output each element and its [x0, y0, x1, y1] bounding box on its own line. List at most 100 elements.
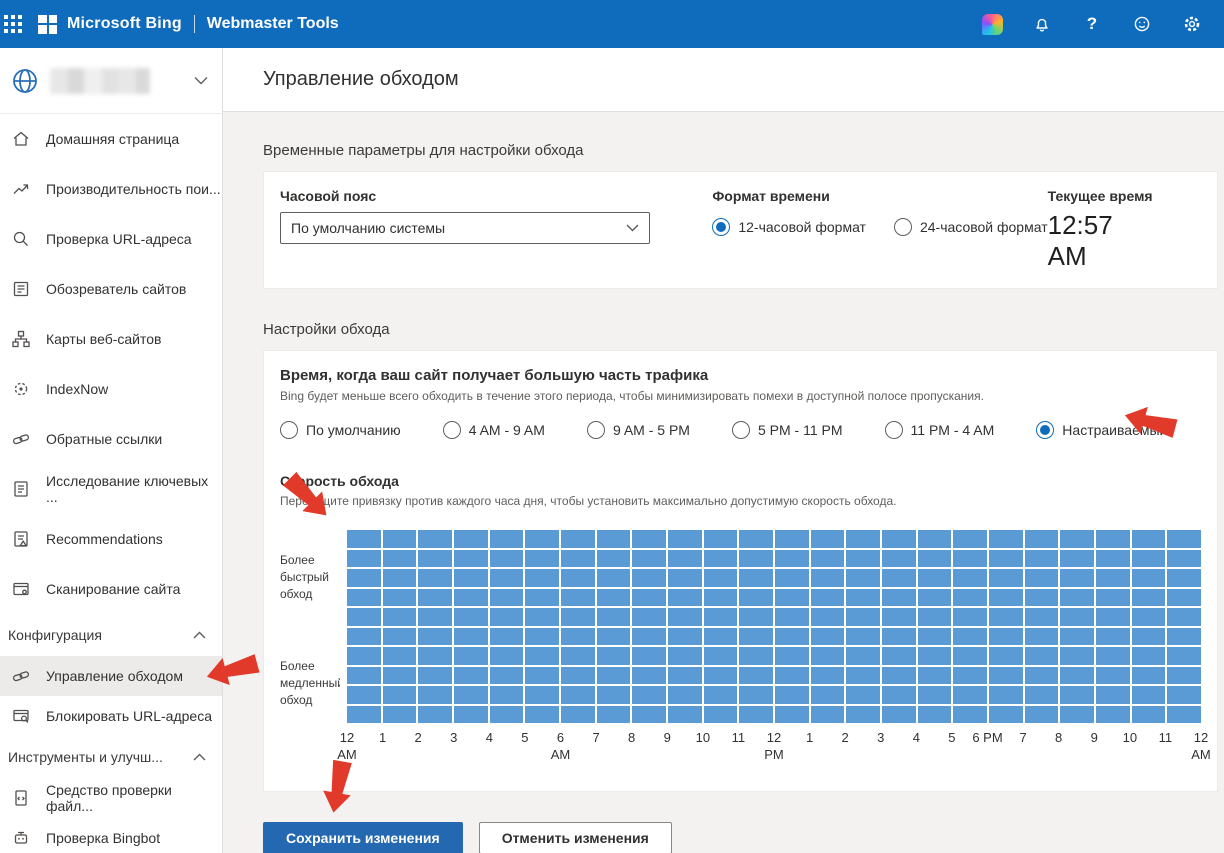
crawl-grid-cell[interactable]	[1096, 706, 1130, 724]
crawl-grid-cell[interactable]	[739, 530, 773, 548]
traffic-option-2[interactable]: 9 AM - 5 PM	[587, 421, 690, 439]
crawl-grid-cell[interactable]	[775, 686, 809, 704]
crawl-grid-cell[interactable]	[1025, 608, 1059, 626]
brand-title[interactable]: Microsoft Bing	[67, 15, 182, 33]
crawl-grid-cell[interactable]	[525, 686, 559, 704]
crawl-grid-cell[interactable]	[597, 667, 631, 685]
crawl-grid-cell[interactable]	[775, 530, 809, 548]
crawl-grid-cell[interactable]	[490, 589, 524, 607]
crawl-grid-cell[interactable]	[1060, 530, 1094, 548]
crawl-grid-cell[interactable]	[918, 647, 952, 665]
crawl-grid-cell[interactable]	[811, 589, 845, 607]
crawl-grid-cell[interactable]	[811, 628, 845, 646]
crawl-grid-cell[interactable]	[525, 667, 559, 685]
save-button[interactable]: Сохранить изменения	[263, 822, 463, 853]
crawl-grid-cell[interactable]	[347, 628, 381, 646]
crawl-grid-cell[interactable]	[490, 530, 524, 548]
product-title[interactable]: Webmaster Tools	[207, 15, 339, 33]
crawl-grid-cell[interactable]	[953, 628, 987, 646]
sidebar-item-url-inspection[interactable]: Проверка URL-адреса	[0, 214, 222, 264]
crawl-grid-cell[interactable]	[561, 530, 595, 548]
crawl-grid-cell[interactable]	[1096, 530, 1130, 548]
crawl-grid-cell[interactable]	[632, 608, 666, 626]
crawl-grid-cell[interactable]	[775, 706, 809, 724]
crawl-grid-cell[interactable]	[525, 608, 559, 626]
crawl-grid-cell[interactable]	[1096, 569, 1130, 587]
crawl-grid-cell[interactable]	[525, 569, 559, 587]
crawl-grid-cell[interactable]	[597, 550, 631, 568]
crawl-grid-cell[interactable]	[704, 706, 738, 724]
crawl-grid-cell[interactable]	[882, 550, 916, 568]
crawl-grid-cell[interactable]	[490, 550, 524, 568]
crawl-grid-cell[interactable]	[1167, 706, 1201, 724]
crawl-grid-cell[interactable]	[632, 550, 666, 568]
crawl-grid-cell[interactable]	[1096, 686, 1130, 704]
crawl-grid-cell[interactable]	[989, 628, 1023, 646]
radio-24-hour[interactable]: 24-часовой формат	[894, 218, 1048, 236]
crawl-grid-cell[interactable]	[418, 667, 452, 685]
crawl-grid-cell[interactable]	[918, 530, 952, 548]
crawl-grid-cell[interactable]	[989, 550, 1023, 568]
crawl-grid-cell[interactable]	[347, 589, 381, 607]
crawl-grid-cell[interactable]	[1060, 706, 1094, 724]
crawl-grid-cell[interactable]	[1060, 589, 1094, 607]
crawl-grid-cell[interactable]	[846, 589, 880, 607]
crawl-grid-cell[interactable]	[561, 550, 595, 568]
crawl-grid-cell[interactable]	[1132, 706, 1166, 724]
crawl-grid-cell[interactable]	[418, 569, 452, 587]
crawl-grid-cell[interactable]	[918, 569, 952, 587]
crawl-grid-cell[interactable]	[1060, 628, 1094, 646]
crawl-grid-cell[interactable]	[418, 686, 452, 704]
crawl-grid-cell[interactable]	[1132, 628, 1166, 646]
crawl-grid-cell[interactable]	[418, 608, 452, 626]
crawl-grid-cell[interactable]	[882, 628, 916, 646]
crawl-grid-cell[interactable]	[632, 667, 666, 685]
crawl-grid-cell[interactable]	[846, 647, 880, 665]
crawl-grid-cell[interactable]	[1132, 589, 1166, 607]
crawl-grid-cell[interactable]	[1060, 647, 1094, 665]
settings-gear-icon[interactable]	[1180, 12, 1204, 36]
crawl-grid-cell[interactable]	[882, 667, 916, 685]
crawl-grid-cell[interactable]	[811, 569, 845, 587]
crawl-grid-cell[interactable]	[1132, 550, 1166, 568]
crawl-grid-cell[interactable]	[953, 608, 987, 626]
crawl-grid-cell[interactable]	[739, 647, 773, 665]
crawl-grid-cell[interactable]	[383, 569, 417, 587]
crawl-grid-cell[interactable]	[383, 589, 417, 607]
crawl-grid-cell[interactable]	[1167, 589, 1201, 607]
crawl-grid-cell[interactable]	[668, 686, 702, 704]
crawl-grid-cell[interactable]	[739, 550, 773, 568]
sidebar-item-search-performance[interactable]: Производительность пои...	[0, 164, 222, 214]
crawl-grid-cell[interactable]	[1167, 667, 1201, 685]
traffic-option-4[interactable]: 11 PM - 4 AM	[885, 421, 995, 439]
crawl-grid-cell[interactable]	[882, 569, 916, 587]
crawl-grid-cell[interactable]	[989, 569, 1023, 587]
crawl-grid-cell[interactable]	[490, 608, 524, 626]
crawl-grid-cell[interactable]	[1132, 530, 1166, 548]
crawl-grid-cell[interactable]	[383, 608, 417, 626]
crawl-grid-cell[interactable]	[775, 667, 809, 685]
crawl-grid-cell[interactable]	[775, 569, 809, 587]
crawl-grid-cell[interactable]	[490, 647, 524, 665]
crawl-grid-cell[interactable]	[347, 608, 381, 626]
crawl-grid-cell[interactable]	[739, 628, 773, 646]
crawl-grid-cell[interactable]	[739, 589, 773, 607]
crawl-grid-cell[interactable]	[882, 530, 916, 548]
crawl-grid-cell[interactable]	[704, 550, 738, 568]
crawl-grid-cell[interactable]	[775, 647, 809, 665]
crawl-grid-cell[interactable]	[418, 550, 452, 568]
crawl-grid-cell[interactable]	[561, 667, 595, 685]
crawl-grid-cell[interactable]	[739, 569, 773, 587]
crawl-grid-cell[interactable]	[1096, 608, 1130, 626]
crawl-grid-cell[interactable]	[918, 628, 952, 646]
crawl-grid-cell[interactable]	[632, 647, 666, 665]
crawl-grid-cell[interactable]	[811, 550, 845, 568]
sidebar-item-keyword-research[interactable]: Исследование ключевых ...	[0, 464, 222, 514]
crawl-grid-cell[interactable]	[1167, 628, 1201, 646]
crawl-grid-cell[interactable]	[454, 569, 488, 587]
crawl-grid-cell[interactable]	[989, 647, 1023, 665]
crawl-grid-cell[interactable]	[811, 706, 845, 724]
crawl-grid-cell[interactable]	[490, 686, 524, 704]
crawl-grid-cell[interactable]	[953, 667, 987, 685]
sidebar-item-site-scan[interactable]: Сканирование сайта	[0, 564, 222, 614]
